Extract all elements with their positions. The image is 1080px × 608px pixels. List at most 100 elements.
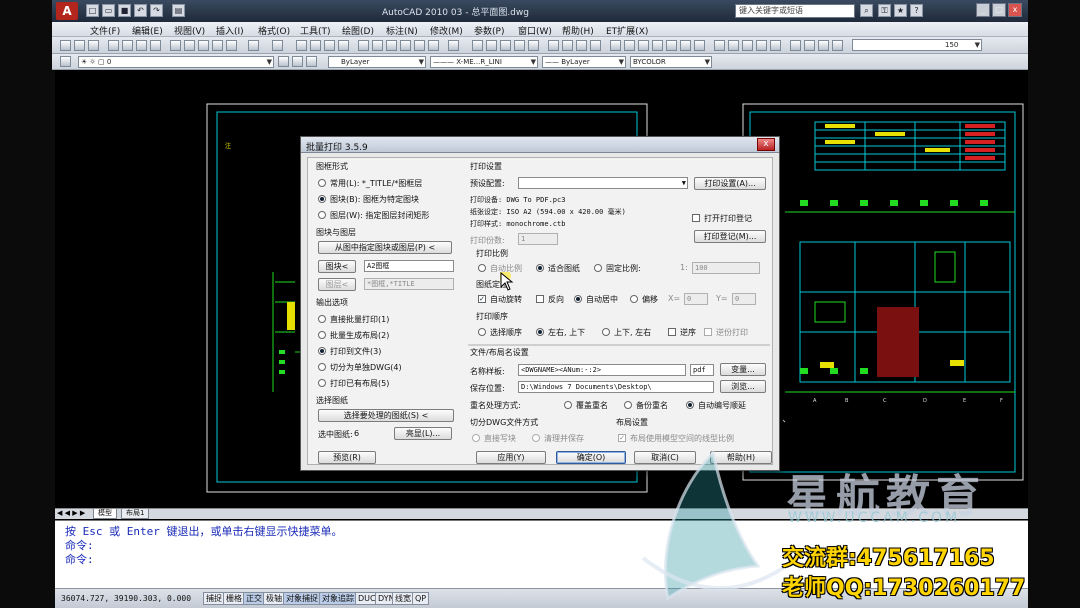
pan-icon[interactable] — [296, 40, 307, 51]
tab-model[interactable]: 模型 — [93, 509, 117, 519]
overwrite-radio[interactable] — [564, 401, 572, 409]
block-name-field[interactable]: A2图框 — [364, 260, 454, 272]
clean-save-radio[interactable] — [532, 434, 540, 442]
tolerance-icon[interactable] — [790, 40, 801, 51]
cut-icon[interactable] — [170, 40, 181, 51]
preset-select[interactable]: ▼ — [518, 177, 688, 189]
layer-pick-button[interactable]: 图层< — [318, 278, 356, 291]
polygon-icon[interactable] — [500, 40, 511, 51]
menu-tools[interactable]: 工具(T) — [300, 24, 331, 37]
move-icon[interactable] — [652, 40, 663, 51]
markup-icon[interactable] — [414, 40, 425, 51]
tab-nav-arrows-icon[interactable]: ◀ ◀ ▶ ▶ — [57, 509, 85, 517]
auto-number-radio[interactable] — [686, 401, 694, 409]
stretch-icon[interactable] — [694, 40, 705, 51]
offset-y-field[interactable]: 0 — [732, 293, 756, 305]
order-select-radio[interactable] — [478, 328, 486, 336]
open-icon[interactable] — [74, 40, 85, 51]
save-icon[interactable] — [88, 40, 99, 51]
block-pick-button[interactable]: 图块< — [318, 260, 356, 273]
open-file-icon[interactable]: ▭ — [102, 4, 115, 17]
extension-field[interactable]: pdf — [690, 364, 714, 376]
calculator-icon[interactable] — [428, 40, 439, 51]
save-location-field[interactable]: D:\Windows 7 Documents\Desktop\ — [518, 381, 714, 393]
plotstyle-combo[interactable]: BYCOLOR ▼ — [630, 56, 712, 68]
layer-manager-icon[interactable] — [60, 56, 71, 67]
preview-button[interactable]: 预览(R) — [318, 451, 376, 464]
osnap-toggle[interactable]: 对象捕捉 — [283, 592, 321, 605]
undo-icon[interactable] — [248, 40, 259, 51]
close-icon[interactable]: x — [1008, 3, 1022, 17]
plot-preview-icon[interactable] — [122, 40, 133, 51]
otrack-toggle[interactable]: 对象追踪 — [319, 592, 357, 605]
menu-et-express[interactable]: ET扩展(X) — [606, 24, 648, 37]
layer-combo[interactable]: ☀ ☼ ▢ 0 ▼ — [78, 56, 274, 68]
match-properties-icon[interactable] — [212, 40, 223, 51]
ok-button[interactable]: 确定(O) — [556, 451, 626, 464]
output-existing-radio[interactable] — [318, 379, 326, 387]
dialog-close-button[interactable]: x — [757, 138, 775, 151]
redo-icon[interactable] — [272, 40, 283, 51]
sheet-set-icon[interactable] — [400, 40, 411, 51]
frame-layer-radio[interactable] — [318, 211, 326, 219]
menu-help[interactable]: 帮助(H) — [562, 24, 594, 37]
auto-scale-radio[interactable] — [478, 264, 486, 272]
grid-toggle[interactable]: 栅格 — [223, 592, 245, 605]
communication-icon[interactable]: ⚿ — [878, 4, 891, 17]
menu-modify[interactable]: 修改(M) — [430, 24, 463, 37]
block-editor-icon[interactable] — [226, 40, 237, 51]
table-icon[interactable] — [514, 40, 525, 51]
dim-edit-icon[interactable] — [818, 40, 829, 51]
output-split-radio[interactable] — [318, 363, 326, 371]
output-direct-radio[interactable] — [318, 315, 326, 323]
ratio-field[interactable]: 100 — [692, 262, 760, 274]
dim-scale-combo[interactable]: 150 ▼ — [852, 39, 982, 51]
offset-icon[interactable] — [624, 40, 635, 51]
qp-toggle[interactable]: QP — [412, 592, 430, 605]
3d-dwf-icon[interactable] — [150, 40, 161, 51]
design-center-icon[interactable] — [372, 40, 383, 51]
linetype-combo[interactable]: ——— X-ME...R_LINI ▼ — [430, 56, 538, 68]
search-icon[interactable]: ⌕ — [860, 4, 873, 17]
lineweight-toggle[interactable]: 线宽 — [392, 592, 414, 605]
ellipse-icon[interactable] — [576, 40, 587, 51]
variables-button[interactable]: 变量... — [720, 363, 766, 376]
menu-format[interactable]: 格式(O) — [258, 24, 290, 37]
help-icon[interactable]: ? — [910, 4, 923, 17]
publish-icon[interactable] — [136, 40, 147, 51]
model-linetype-checkbox[interactable]: ✓ — [618, 434, 626, 442]
dim-update-icon[interactable] — [832, 40, 843, 51]
polar-toggle[interactable]: 极轴 — [263, 592, 285, 605]
menu-view[interactable]: 视图(V) — [174, 24, 205, 37]
ortho-toggle[interactable]: 正交 — [243, 592, 265, 605]
highlight-button[interactable]: 亮显(L)... — [394, 427, 452, 440]
minimize-icon[interactable]: _ — [976, 3, 990, 17]
reverse-copies-checkbox[interactable] — [704, 328, 712, 336]
output-file-radio[interactable] — [318, 347, 326, 355]
scale-icon[interactable] — [680, 40, 691, 51]
lineweight-combo[interactable]: —— ByLayer ▼ — [542, 56, 626, 68]
make-current-layer-icon[interactable] — [278, 56, 289, 67]
rectangle-icon[interactable] — [486, 40, 497, 51]
arc-icon[interactable] — [562, 40, 573, 51]
menu-window[interactable]: 窗口(W) — [518, 24, 552, 37]
plot-icon[interactable] — [108, 40, 119, 51]
undo-icon[interactable]: ↶ — [134, 4, 147, 17]
dim-radius-icon[interactable] — [742, 40, 753, 51]
fit-paper-radio[interactable] — [536, 264, 544, 272]
mirror-icon[interactable] — [610, 40, 621, 51]
star-icon[interactable]: ★ — [894, 4, 907, 17]
name-template-field[interactable]: <DWGNAME><ANum:-:2> — [518, 364, 686, 376]
dim-baseline-icon[interactable] — [770, 40, 781, 51]
auto-center-radio[interactable] — [574, 295, 582, 303]
print-log-button[interactable]: 打印登记(M)... — [694, 230, 766, 243]
frame-common-radio[interactable] — [318, 179, 326, 187]
order-lr-tb-radio[interactable] — [536, 328, 544, 336]
command-prompt[interactable]: 命令: — [65, 551, 94, 567]
menu-dimension[interactable]: 标注(N) — [386, 24, 418, 37]
frame-block-radio[interactable] — [318, 195, 326, 203]
apply-button[interactable]: 应用(Y) — [476, 451, 546, 464]
properties-icon[interactable] — [358, 40, 369, 51]
output-layouts-radio[interactable] — [318, 331, 326, 339]
layer-name-field[interactable]: *图框,*TITLE — [364, 278, 454, 290]
